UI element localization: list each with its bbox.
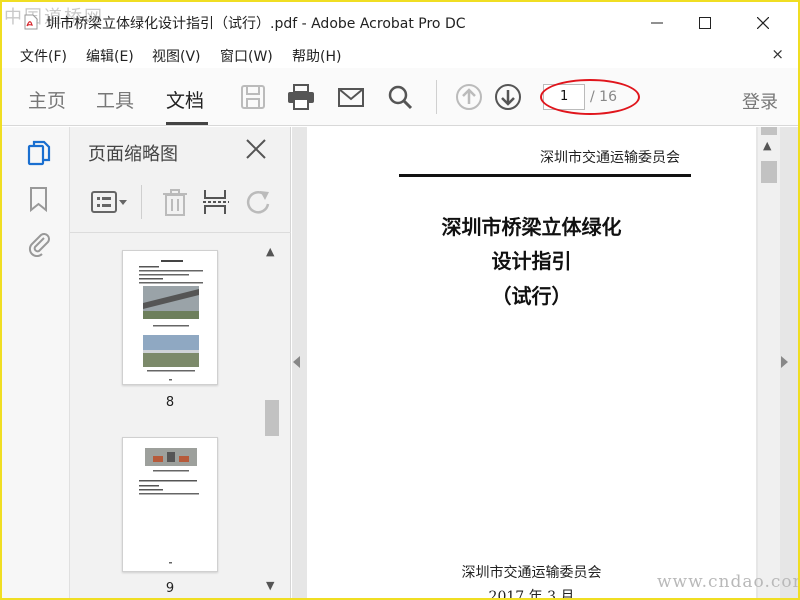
- document-title-line-3: （试行）: [491, 284, 572, 308]
- close-document-button[interactable]: ×: [771, 45, 784, 63]
- scroll-up-icon[interactable]: ▲: [266, 245, 274, 258]
- menu-bar: 文件(F) 编辑(E) 视图(V) 窗口(W) 帮助(H) ×: [2, 42, 798, 68]
- options-menu-icon[interactable]: [90, 187, 130, 217]
- bookmark-icon[interactable]: [26, 185, 52, 213]
- header-rule: [399, 174, 691, 177]
- document-scroll-top-segment: [761, 127, 777, 135]
- trash-icon[interactable]: [160, 187, 190, 217]
- window-title: 圳市桥梁立体绿化设计指引（试行）.pdf - Adobe Acrobat Pro…: [46, 16, 466, 32]
- document-title-line-2: 设计指引: [491, 249, 572, 273]
- document-title-line-1: 深圳市桥梁立体绿化: [441, 215, 622, 239]
- red-highlight-annotation: [540, 79, 640, 115]
- thumbnail-page-8-preview: [139, 260, 203, 381]
- maximize-button[interactable]: [682, 8, 728, 38]
- thumbnail-scroll-thumb[interactable]: [265, 400, 279, 436]
- scroll-down-icon[interactable]: ▼: [266, 579, 274, 592]
- email-icon[interactable]: [336, 82, 366, 112]
- search-icon[interactable]: [385, 82, 415, 112]
- toolbar-separator: [436, 80, 437, 114]
- document-header: 深圳市交通运输委员会: [540, 150, 680, 166]
- maximize-icon: [699, 17, 711, 29]
- thumbnail-tools: [70, 171, 291, 233]
- minimize-button[interactable]: [634, 8, 680, 38]
- print-icon[interactable]: [286, 82, 316, 112]
- minimize-icon: [651, 22, 663, 24]
- pdf-file-icon: [24, 14, 38, 30]
- thumbnail-panel: 页面缩略图 8 9 ▲ ▼: [70, 127, 291, 598]
- menu-file[interactable]: 文件(F): [20, 46, 67, 66]
- extract-pages-icon[interactable]: [201, 187, 231, 217]
- document-scroll-thumb[interactable]: [761, 161, 777, 183]
- title-bar: 中国道桥网 圳市桥梁立体绿化设计指引（试行）.pdf - Adobe Acrob…: [2, 2, 798, 42]
- close-window-button[interactable]: [740, 8, 786, 38]
- document-page: 深圳市交通运输委员会 深圳市桥梁立体绿化 设计指引 （试行） 深圳市交通运输委员…: [307, 127, 756, 598]
- close-icon: [757, 17, 769, 29]
- main-toolbar: 主页 工具 文档 1 / 16 登录: [2, 68, 798, 126]
- next-page-icon[interactable]: [493, 82, 523, 112]
- login-button[interactable]: 登录: [742, 88, 778, 114]
- thumbnail-label-8: 8: [165, 395, 175, 410]
- menu-edit[interactable]: 编辑(E): [86, 46, 134, 66]
- menu-view[interactable]: 视图(V): [152, 46, 201, 66]
- thumbnail-page-9[interactable]: [122, 437, 218, 572]
- document-scroll-up-icon[interactable]: ▲: [763, 139, 771, 152]
- page-thumbnails-icon[interactable]: [26, 139, 52, 167]
- close-panel-icon[interactable]: [244, 137, 268, 161]
- watermark-bottom: www.cndao.com: [657, 572, 798, 592]
- thumbnail-page-8[interactable]: [122, 250, 218, 385]
- rotate-icon[interactable]: [243, 187, 273, 217]
- tools-separator: [141, 185, 142, 219]
- menu-help[interactable]: 帮助(H): [292, 46, 341, 66]
- tab-document[interactable]: 文档: [166, 86, 204, 113]
- previous-page-icon[interactable]: [454, 82, 484, 112]
- save-icon[interactable]: [238, 82, 268, 112]
- active-tab-indicator: [166, 122, 208, 125]
- thumbnail-label-9: 9: [165, 581, 175, 596]
- collapse-left-pane-icon[interactable]: [293, 356, 300, 368]
- tab-home[interactable]: 主页: [28, 86, 66, 113]
- menu-window[interactable]: 窗口(W): [220, 46, 273, 66]
- tab-tools[interactable]: 工具: [96, 86, 134, 113]
- navigation-rail: [2, 127, 70, 598]
- document-scrollbar[interactable]: ▲: [758, 127, 780, 598]
- thumbnail-page-9-preview: [139, 448, 199, 564]
- panel-title: 页面缩略图: [88, 144, 178, 165]
- acrobat-window: 中国道桥网 圳市桥梁立体绿化设计指引（试行）.pdf - Adobe Acrob…: [2, 2, 798, 598]
- expand-right-pane-icon[interactable]: [781, 356, 788, 368]
- attachment-icon[interactable]: [26, 229, 52, 257]
